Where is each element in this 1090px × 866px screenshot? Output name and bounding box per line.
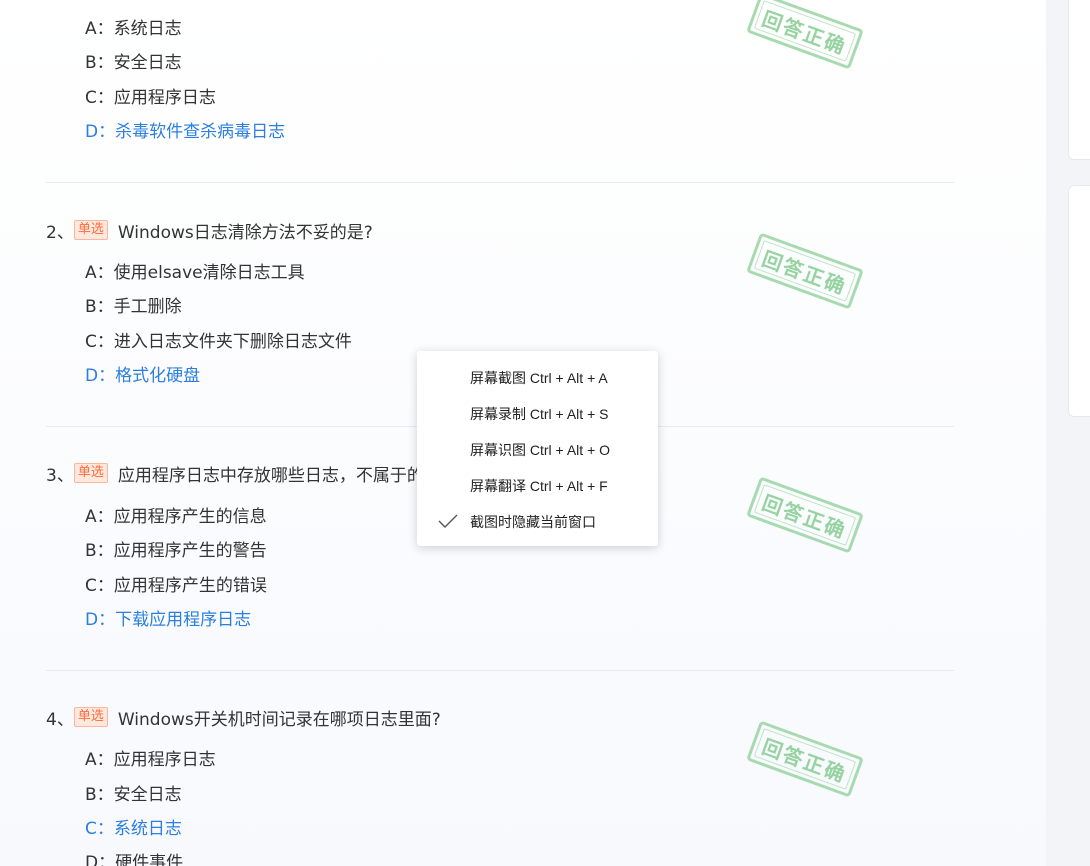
- single-choice-tag: 单选: [73, 220, 108, 240]
- question-divider: [46, 182, 954, 183]
- option-text: 安全日志: [113, 53, 182, 73]
- option-text: 应用程序产生的错误: [113, 576, 267, 596]
- option-text: 手工删除: [113, 297, 182, 317]
- option-c: C：应用程序产生的错误: [85, 574, 267, 598]
- option-a: A：应用程序产生的信息: [85, 505, 267, 529]
- option-c-correct: C：系统日志: [85, 817, 182, 841]
- option-letter: C：: [85, 332, 114, 352]
- question-header: 4、 单选 Windows开关机时间记录在哪项日志里面?: [46, 705, 441, 730]
- question-header: 3、 单选 应用程序日志中存放哪些日志，不属于的是?: [46, 461, 450, 486]
- menu-item-screen-record[interactable]: 屏幕录制 Ctrl + Alt + S: [417, 395, 658, 431]
- option-a: A：使用elsave清除日志工具: [85, 261, 305, 285]
- option-letter: D：: [85, 122, 116, 142]
- correct-stamp: 回答正确: [746, 0, 864, 70]
- option-d-correct: D：下载应用程序日志: [85, 608, 251, 632]
- screenshot-context-menu: 屏幕截图 Ctrl + Alt + A 屏幕录制 Ctrl + Alt + S …: [417, 351, 658, 546]
- option-d: D：硬件事件: [85, 851, 183, 866]
- menu-item-label: 屏幕识图 Ctrl + Alt + O: [470, 442, 611, 458]
- question-number: 4、: [46, 709, 74, 730]
- option-letter: D：: [85, 366, 116, 386]
- question-title: Windows开关机时间记录在哪项日志里面?: [117, 709, 441, 730]
- option-text: 应用程序日志: [113, 750, 216, 770]
- menu-item-screen-ocr[interactable]: 屏幕识图 Ctrl + Alt + O: [417, 431, 658, 467]
- option-text: 安全日志: [113, 785, 182, 805]
- question-number: 3、: [46, 465, 74, 486]
- question-header: 2、 单选 Windows日志清除方法不妥的是?: [46, 218, 373, 243]
- menu-item-screen-capture[interactable]: 屏幕截图 Ctrl + Alt + A: [417, 359, 658, 395]
- option-letter: B：: [85, 785, 114, 805]
- option-b: B：手工删除: [85, 295, 182, 319]
- option-c: C：应用程序日志: [85, 86, 216, 110]
- option-text: 应用程序产生的警告: [113, 541, 267, 561]
- option-text: 下载应用程序日志: [115, 610, 252, 630]
- option-text: 硬件事件: [115, 853, 184, 866]
- option-letter: C：: [85, 88, 114, 108]
- right-sidebar: [1046, 0, 1090, 866]
- option-letter: C：: [85, 819, 114, 839]
- question-number: 2、: [46, 222, 74, 243]
- correct-stamp: 回答正确: [746, 476, 864, 554]
- option-letter: A：: [85, 263, 114, 283]
- menu-item-label: 屏幕录制 Ctrl + Alt + S: [470, 406, 609, 422]
- menu-item-label: 截图时隐藏当前窗口: [470, 514, 596, 530]
- option-text: 系统日志: [113, 819, 182, 839]
- option-b: B：安全日志: [85, 51, 182, 75]
- option-d-correct: D：格式化硬盘: [85, 364, 200, 388]
- correct-stamp: 回答正确: [746, 232, 864, 310]
- sidebar-card: [1068, 185, 1090, 417]
- sidebar-card: [1068, 0, 1090, 160]
- option-letter: A：: [85, 507, 114, 527]
- option-text: 使用elsave清除日志工具: [113, 263, 305, 283]
- menu-item-hide-window[interactable]: 截图时隐藏当前窗口: [417, 503, 658, 539]
- option-c: C：进入日志文件夹下删除日志文件: [85, 330, 352, 354]
- question-title: 应用程序日志中存放哪些日志，不属于的是?: [117, 465, 450, 486]
- option-text: 应用程序产生的信息: [113, 507, 267, 527]
- page: A：系统日志 B：安全日志 C：应用程序日志 D：杀毒软件查杀病毒日志 回答正确…: [0, 0, 1090, 866]
- menu-item-label: 屏幕翻译 Ctrl + Alt + F: [470, 478, 608, 494]
- option-text: 格式化硬盘: [115, 366, 201, 386]
- question-title: Windows日志清除方法不妥的是?: [117, 222, 373, 243]
- option-a: A：系统日志: [85, 17, 182, 41]
- option-letter: A：: [85, 750, 114, 770]
- option-letter: C：: [85, 576, 114, 596]
- menu-item-label: 屏幕截图 Ctrl + Alt + A: [470, 370, 608, 386]
- option-b: B：应用程序产生的警告: [85, 539, 267, 563]
- option-letter: B：: [85, 53, 114, 73]
- option-letter: D：: [85, 853, 116, 866]
- single-choice-tag: 单选: [73, 463, 108, 483]
- option-text: 应用程序日志: [113, 88, 216, 108]
- option-letter: B：: [85, 297, 114, 317]
- option-text: 杀毒软件查杀病毒日志: [115, 122, 286, 142]
- question-divider: [46, 670, 954, 671]
- option-a: A：应用程序日志: [85, 748, 216, 772]
- quiz-results-panel: A：系统日志 B：安全日志 C：应用程序日志 D：杀毒软件查杀病毒日志 回答正确…: [0, 0, 1046, 866]
- option-letter: A：: [85, 19, 114, 39]
- option-b: B：安全日志: [85, 783, 182, 807]
- checkmark-icon: [438, 514, 458, 528]
- menu-item-screen-translate[interactable]: 屏幕翻译 Ctrl + Alt + F: [417, 467, 658, 503]
- option-letter: D：: [85, 610, 116, 630]
- correct-stamp: 回答正确: [746, 720, 864, 798]
- single-choice-tag: 单选: [73, 707, 108, 727]
- option-text: 进入日志文件夹下删除日志文件: [113, 332, 352, 352]
- option-d-correct: D：杀毒软件查杀病毒日志: [85, 120, 285, 144]
- option-letter: B：: [85, 541, 114, 561]
- option-text: 系统日志: [113, 19, 182, 39]
